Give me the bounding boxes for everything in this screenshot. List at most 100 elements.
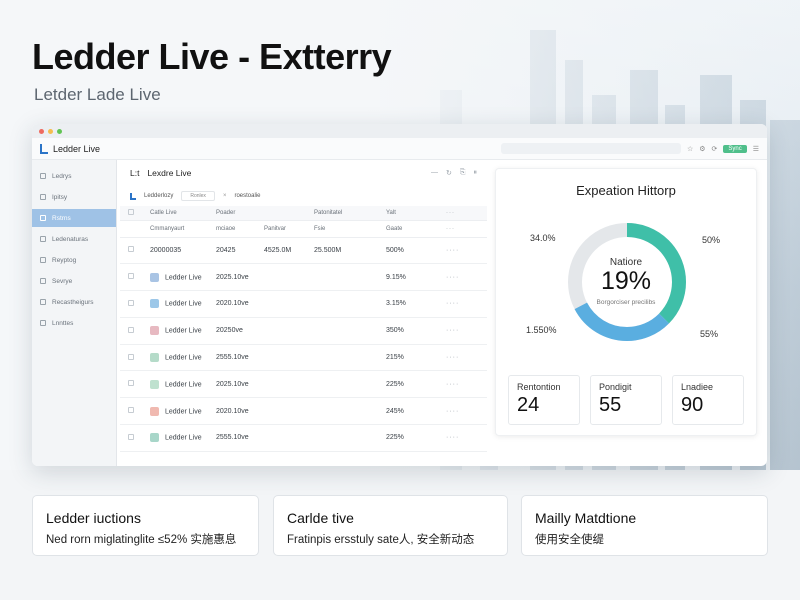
sidebar-item[interactable]: Lnnttes xyxy=(32,314,116,332)
filter-label: Ledderlozy xyxy=(144,193,174,199)
minimize-window-button[interactable] xyxy=(48,128,53,134)
filter-chip[interactable]: Ronlex xyxy=(181,191,215,201)
row-percent: 225% xyxy=(386,424,446,452)
donut-label: 1.550% xyxy=(526,325,557,335)
close-window-button[interactable] xyxy=(39,128,44,134)
sidebar-item-label: Sevrye xyxy=(52,277,73,285)
table-cell: 500% xyxy=(386,237,446,265)
sidebar-item[interactable]: Rstrns xyxy=(32,209,116,227)
table-cell: 4525.0M xyxy=(264,237,314,265)
row-date: 2555.10ve xyxy=(216,424,264,452)
feature-card[interactable]: Carlde tive Fratinpis ersstuly sate人, 安全… xyxy=(273,495,508,556)
column-subheader: Panitvar xyxy=(264,220,314,238)
stat-card[interactable]: Pondigit 55 xyxy=(590,375,662,425)
row-menu-icon[interactable]: ···· xyxy=(446,344,487,372)
stat-value: 55 xyxy=(599,394,622,416)
row-checkbox[interactable] xyxy=(128,299,134,306)
sidebar-item[interactable]: Ledenaturas xyxy=(32,230,116,248)
more-icon[interactable]: ··· xyxy=(446,220,487,238)
table-row[interactable]: Ledder Live 2025.10ve 9.15% ···· xyxy=(120,263,487,292)
sidebar-item[interactable]: Reyptog xyxy=(32,251,116,269)
row-checkbox[interactable] xyxy=(128,326,134,333)
feature-card[interactable]: Ledder iuctions Ned rorn miglatinglite ≤… xyxy=(32,495,259,556)
table-row[interactable]: Ledder Live 20250ve 350% ···· xyxy=(120,317,487,345)
row-date: 2025.10ve xyxy=(216,263,264,292)
column-header[interactable]: Yalt xyxy=(386,206,446,221)
table-row[interactable]: Ledder Live 2020.10ve 3.15% ···· xyxy=(120,290,487,318)
column-header[interactable]: Poader xyxy=(216,206,264,221)
row-menu-icon[interactable]: ···· xyxy=(446,370,487,399)
more-icon[interactable]: ··· xyxy=(446,206,487,221)
sidebar-item-label: Ledrys xyxy=(52,172,72,180)
row-name: Ledder Live xyxy=(165,327,202,335)
settings-icon[interactable]: ⚙ xyxy=(699,145,705,153)
sidebar-item[interactable]: Ipitsy xyxy=(32,188,116,206)
bookmark-icon[interactable]: ☆ xyxy=(687,145,693,153)
app-header: Ledder Live ☆ ⚙ ⟳ Sync ☰ xyxy=(32,138,767,160)
row-percent: 245% xyxy=(386,397,446,426)
stat-label: Pondigit xyxy=(599,382,632,392)
sync-badge[interactable]: Sync xyxy=(723,144,747,153)
table-row[interactable]: Ledder Live 2555.10ve 215% ···· xyxy=(120,344,487,372)
app-name: Ledder Live xyxy=(53,143,101,154)
column-header[interactable]: Catle Live xyxy=(150,206,216,221)
table-row[interactable]: 20000035 20425 4525.0M 25.500M 500% ···· xyxy=(120,237,487,265)
card-description: Ned rorn miglatinglite ≤52% 实施惠息 xyxy=(46,534,237,546)
table-row[interactable]: Ledder Live 2025.10ve 225% ···· xyxy=(120,370,487,399)
stat-card[interactable]: Rentontion 24 xyxy=(508,375,580,425)
row-menu-icon[interactable]: ···· xyxy=(446,263,487,292)
accounts-icon xyxy=(40,215,46,221)
menu-icon[interactable]: ☰ xyxy=(753,145,759,153)
sidebar-item[interactable]: Recastheigurs xyxy=(32,293,116,311)
pause-icon[interactable]: ⏸ xyxy=(474,169,478,177)
column-header[interactable]: Patonitatel xyxy=(314,206,386,221)
row-menu-icon[interactable]: ···· xyxy=(446,237,487,265)
search-input[interactable] xyxy=(500,143,681,154)
table-row[interactable]: Ledder Live 2555.10ve 225% ···· xyxy=(120,424,487,452)
refresh-icon[interactable]: ↻ xyxy=(446,169,452,177)
feature-card[interactable]: Mailly Matdtione 使用安全使缇 xyxy=(521,495,768,556)
row-name: Ledder Live xyxy=(165,381,202,389)
data-table: Catle Live Poader Patonitatel Yalt ··· C… xyxy=(120,206,487,452)
row-checkbox[interactable] xyxy=(128,407,134,414)
donut-center-value: 19% xyxy=(600,267,652,295)
stat-label: Lnadiee xyxy=(681,382,714,392)
card-description: 使用安全使缇 xyxy=(535,534,604,546)
row-date: 2020.10ve xyxy=(216,397,264,426)
row-checkbox[interactable] xyxy=(128,246,134,253)
row-icon xyxy=(150,433,159,443)
row-checkbox[interactable] xyxy=(128,353,134,360)
row-percent: 3.15% xyxy=(386,290,446,318)
donut-label: 34.0% xyxy=(530,233,556,243)
row-checkbox[interactable] xyxy=(128,273,134,280)
stat-label: Rentontion xyxy=(517,382,561,392)
window-titlebar xyxy=(32,124,767,138)
sidebar-item-label: Lnnttes xyxy=(52,319,74,327)
close-icon[interactable]: × xyxy=(223,193,227,199)
main-title: Lexdre Live xyxy=(147,168,192,178)
panel-title: Expeation Hittorp xyxy=(576,183,676,198)
row-menu-icon[interactable]: ···· xyxy=(446,397,487,426)
row-checkbox[interactable] xyxy=(128,380,134,387)
row-checkbox[interactable] xyxy=(128,433,134,440)
export-icon[interactable]: ⎘ xyxy=(460,169,466,177)
refresh-icon[interactable]: ⟳ xyxy=(712,145,718,153)
row-icon xyxy=(150,326,159,336)
row-menu-icon[interactable]: ···· xyxy=(446,424,487,452)
table-row[interactable]: Ledder Live 2020.10ve 245% ···· xyxy=(120,397,487,426)
sidebar: Ledrys Ipitsy Rstrns Ledenaturas Reyptog Sevr… xyxy=(32,160,117,466)
donut-label: 50% xyxy=(702,235,721,245)
select-all-checkbox[interactable] xyxy=(128,208,134,215)
maximize-window-button[interactable] xyxy=(57,128,62,134)
sidebar-item[interactable]: Ledrys xyxy=(32,167,116,185)
sidebar-item-label: Rstrns xyxy=(52,214,71,222)
app-window: Ledder Live ☆ ⚙ ⟳ Sync ☰ Ledrys Ipitsy Rst… xyxy=(32,124,767,466)
card-description: Fratinpis ersstuly sate人, 安全新动态 xyxy=(287,534,475,546)
row-icon xyxy=(150,406,159,416)
minus-icon[interactable]: — xyxy=(431,169,438,177)
row-menu-icon[interactable]: ···· xyxy=(446,290,487,318)
row-icon xyxy=(150,299,159,309)
sidebar-item[interactable]: Sevrye xyxy=(32,272,116,290)
stat-card[interactable]: Lnadiee 90 xyxy=(672,375,744,425)
row-menu-icon[interactable]: ···· xyxy=(446,317,487,345)
